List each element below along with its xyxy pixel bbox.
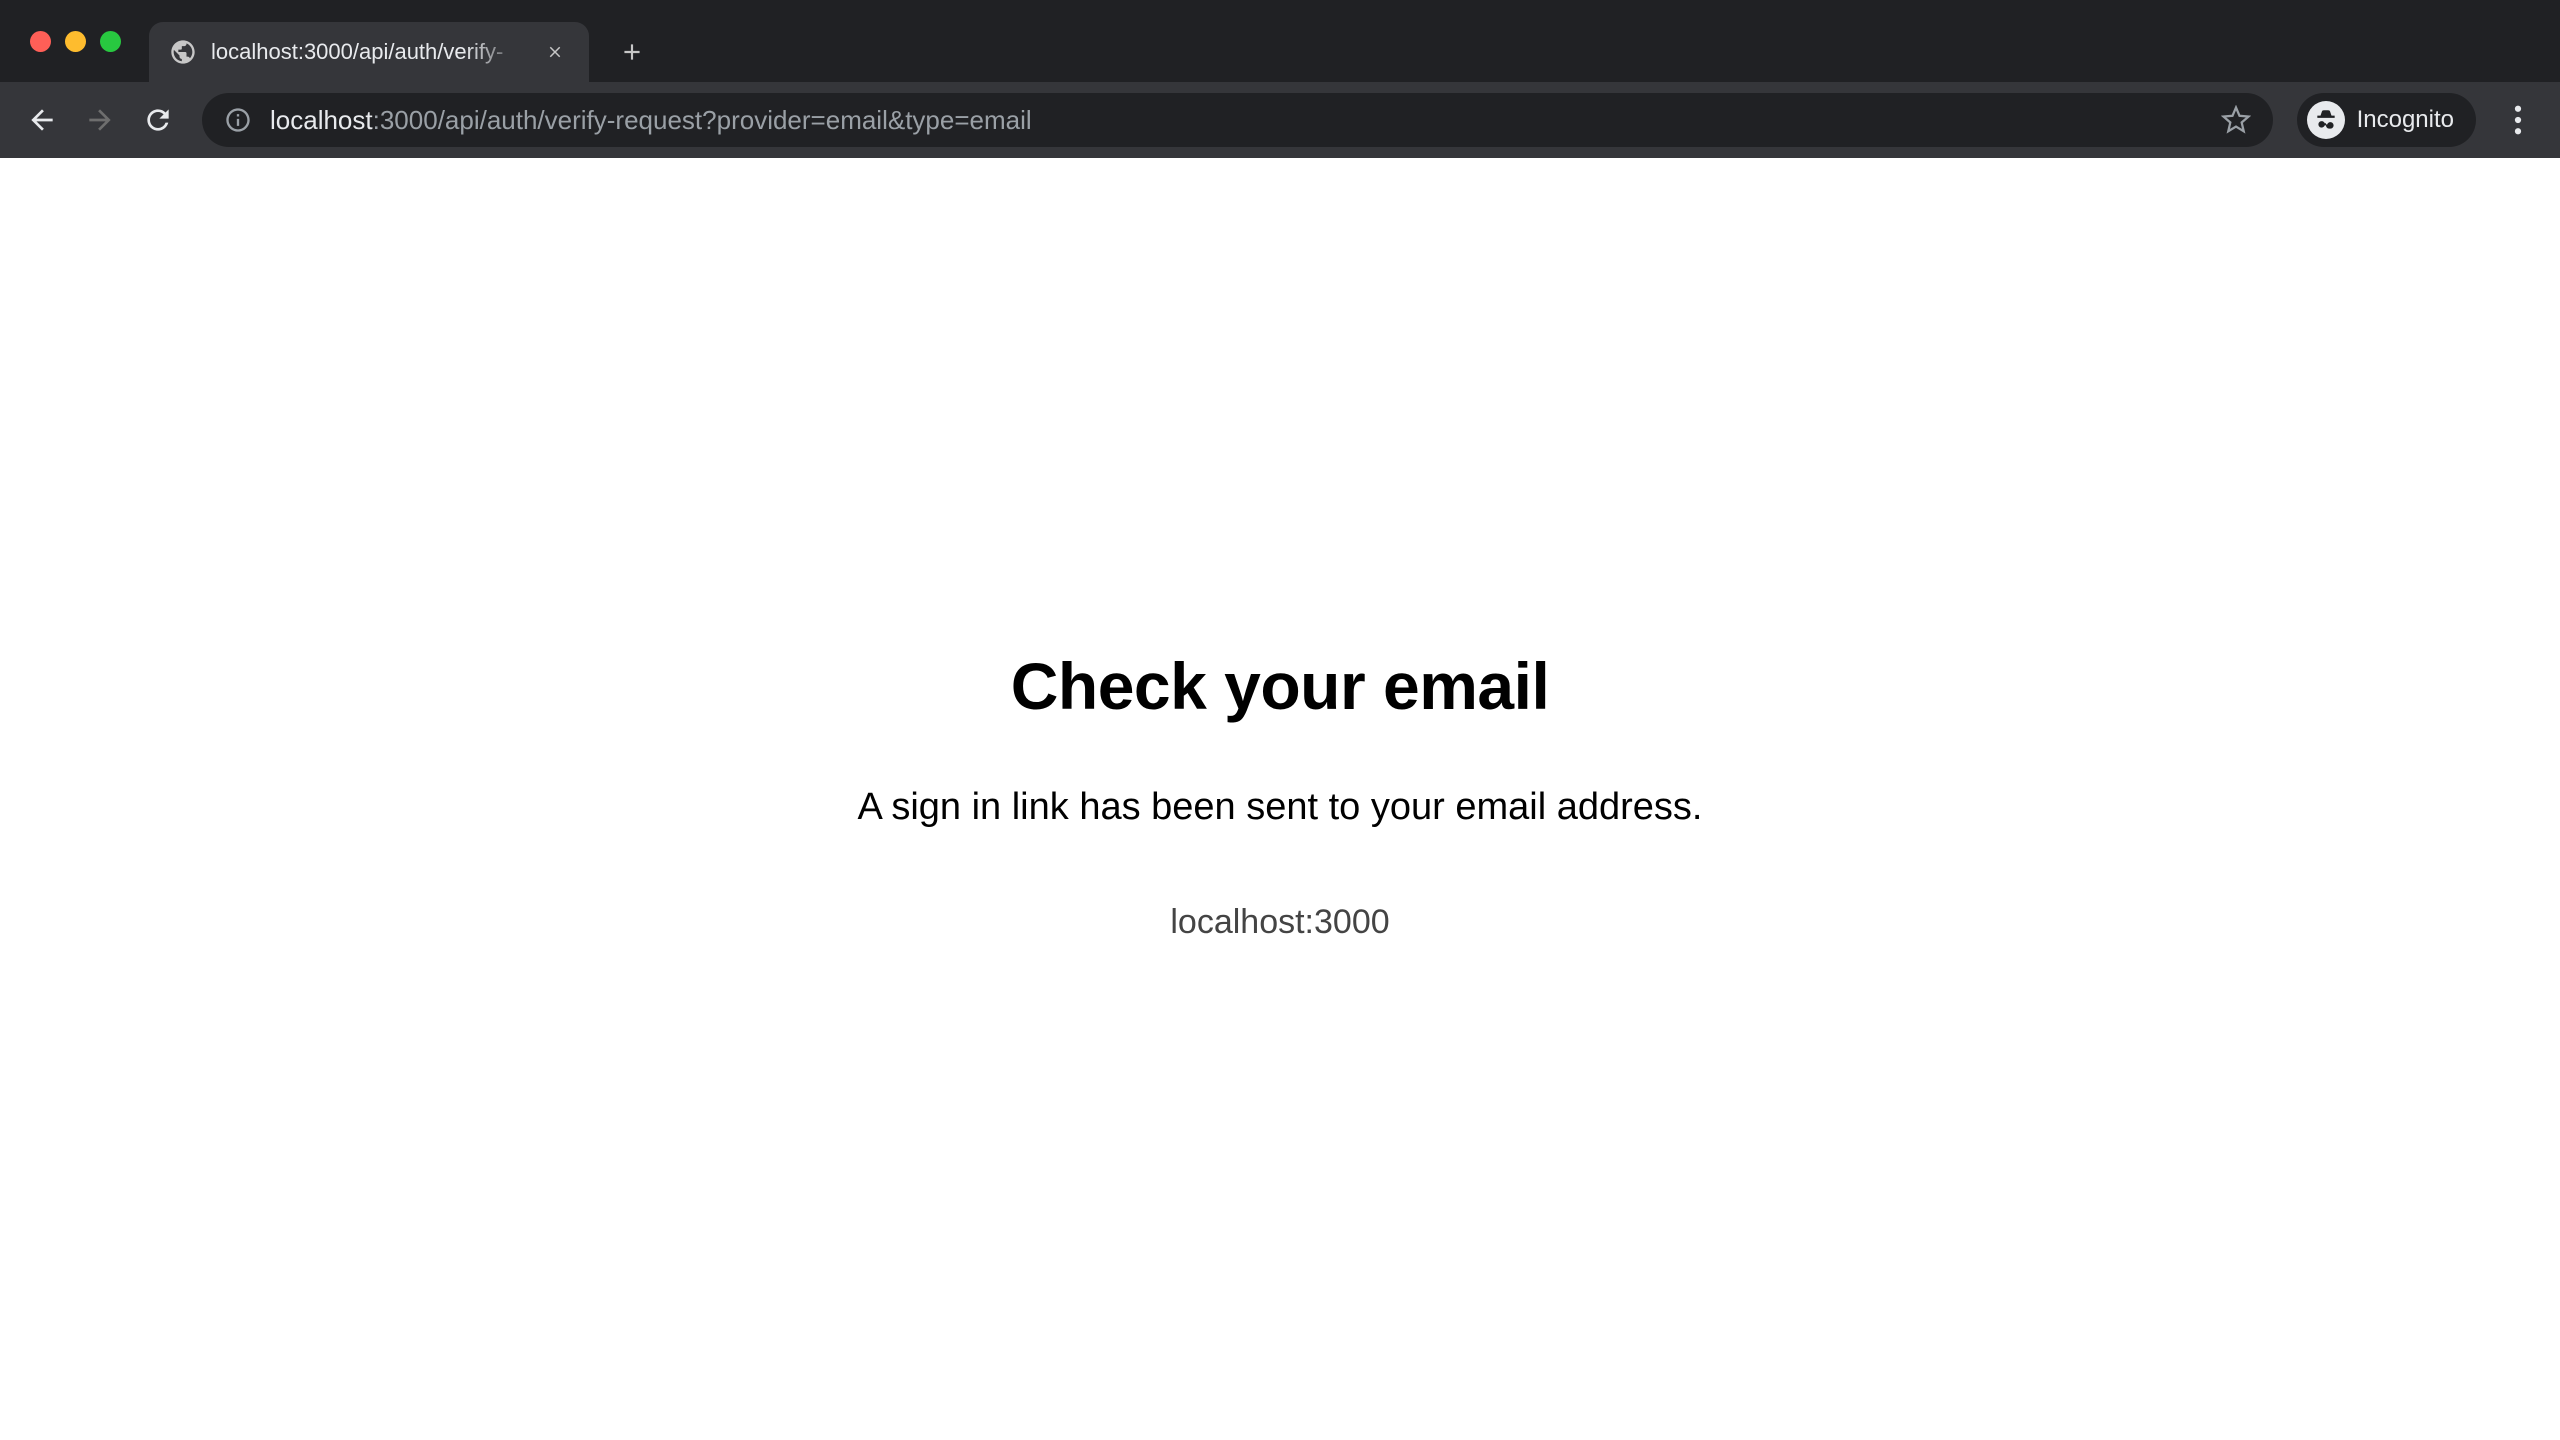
bookmark-star-icon[interactable] bbox=[2221, 105, 2251, 135]
page-host-link[interactable]: localhost:3000 bbox=[1170, 903, 1389, 942]
maximize-window-button[interactable] bbox=[100, 31, 121, 52]
forward-button[interactable] bbox=[76, 96, 124, 144]
reload-button[interactable] bbox=[134, 96, 182, 144]
incognito-label: Incognito bbox=[2357, 106, 2454, 134]
browser-tab[interactable]: localhost:3000/api/auth/verify- bbox=[149, 22, 589, 82]
tab-title: localhost:3000/api/auth/verify- bbox=[211, 39, 527, 65]
site-info-icon[interactable] bbox=[224, 106, 252, 134]
browser-toolbar: localhost:3000/api/auth/verify-request?p… bbox=[0, 82, 2560, 158]
incognito-icon bbox=[2307, 101, 2345, 139]
tab-bar: localhost:3000/api/auth/verify- bbox=[0, 0, 2560, 82]
incognito-badge[interactable]: Incognito bbox=[2297, 93, 2476, 147]
address-bar[interactable]: localhost:3000/api/auth/verify-request?p… bbox=[202, 93, 2273, 147]
back-button[interactable] bbox=[18, 96, 66, 144]
globe-icon bbox=[169, 38, 197, 66]
browser-menu-button[interactable] bbox=[2494, 96, 2542, 144]
close-window-button[interactable] bbox=[30, 31, 51, 52]
browser-chrome: localhost:3000/api/auth/verify- localhos… bbox=[0, 0, 2560, 158]
window-controls bbox=[12, 0, 139, 82]
close-tab-button[interactable] bbox=[541, 38, 569, 66]
minimize-window-button[interactable] bbox=[65, 31, 86, 52]
new-tab-button[interactable] bbox=[607, 27, 657, 77]
page-message: A sign in link has been sent to your ema… bbox=[858, 786, 1703, 829]
page-heading: Check your email bbox=[1011, 648, 1550, 724]
page-viewport: Check your email A sign in link has been… bbox=[0, 158, 2560, 1440]
url-text: localhost:3000/api/auth/verify-request?p… bbox=[270, 105, 2203, 136]
